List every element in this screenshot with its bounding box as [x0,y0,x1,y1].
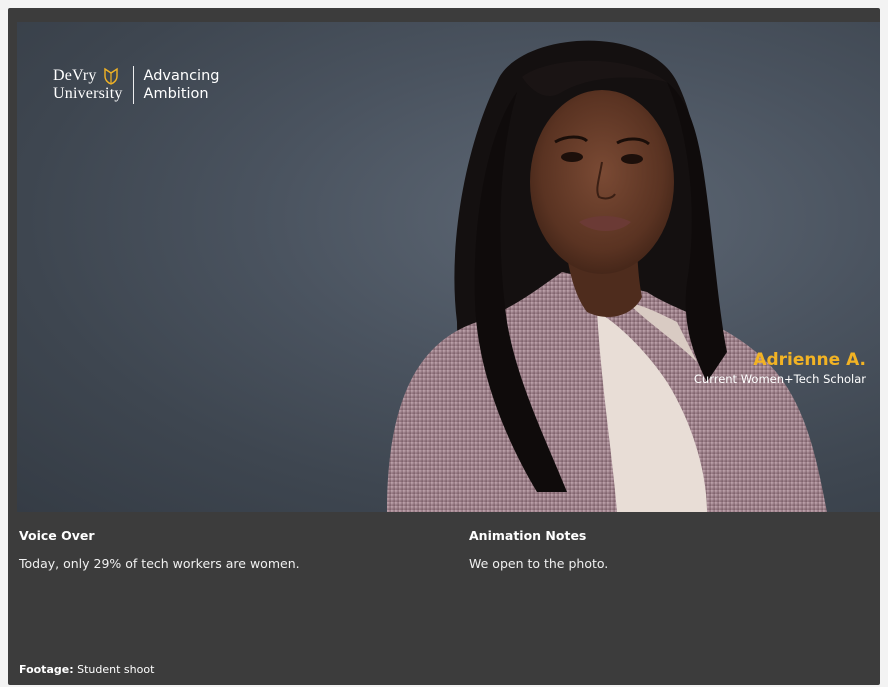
voice-over-text: Today, only 29% of tech workers are wome… [19,556,300,571]
logo-tagline: Advancing Ambition [144,67,220,103]
shield-icon [103,67,118,85]
logo-tagline-line2: Ambition [143,86,209,102]
animation-notes-section: Animation Notes We open to the photo. [469,528,608,572]
portrait-photo [387,40,827,512]
devry-logo: DeVry University Advancing Ambition [53,66,219,104]
footage-label: Footage: [19,663,74,676]
hero-photo-panel: DeVry University Advancing Ambition Adri… [17,22,880,512]
voice-over-heading: Voice Over [19,528,95,543]
animation-notes-text: We open to the photo. [469,556,609,571]
student-caption: Adrienne A. Current Women+Tech Scholar [694,349,866,387]
student-name: Adrienne A. [753,350,866,370]
logo-divider [132,66,134,104]
logo-university-line1: DeVry [53,67,97,84]
logo-university-line2: University [53,85,123,102]
voice-over-section: Voice Over Today, only 29% of tech worke… [19,528,300,572]
animation-notes-heading: Animation Notes [469,528,587,543]
footage-line: Footage: Student shoot [19,663,154,677]
logo-university-wordmark: DeVry University [53,67,123,103]
student-title: Current Women+Tech Scholar [693,372,866,386]
logo-tagline-line1: Advancing [143,68,220,84]
storyboard-frame: DeVry University Advancing Ambition Adri… [8,8,880,685]
footage-value: Student shoot [77,663,155,676]
